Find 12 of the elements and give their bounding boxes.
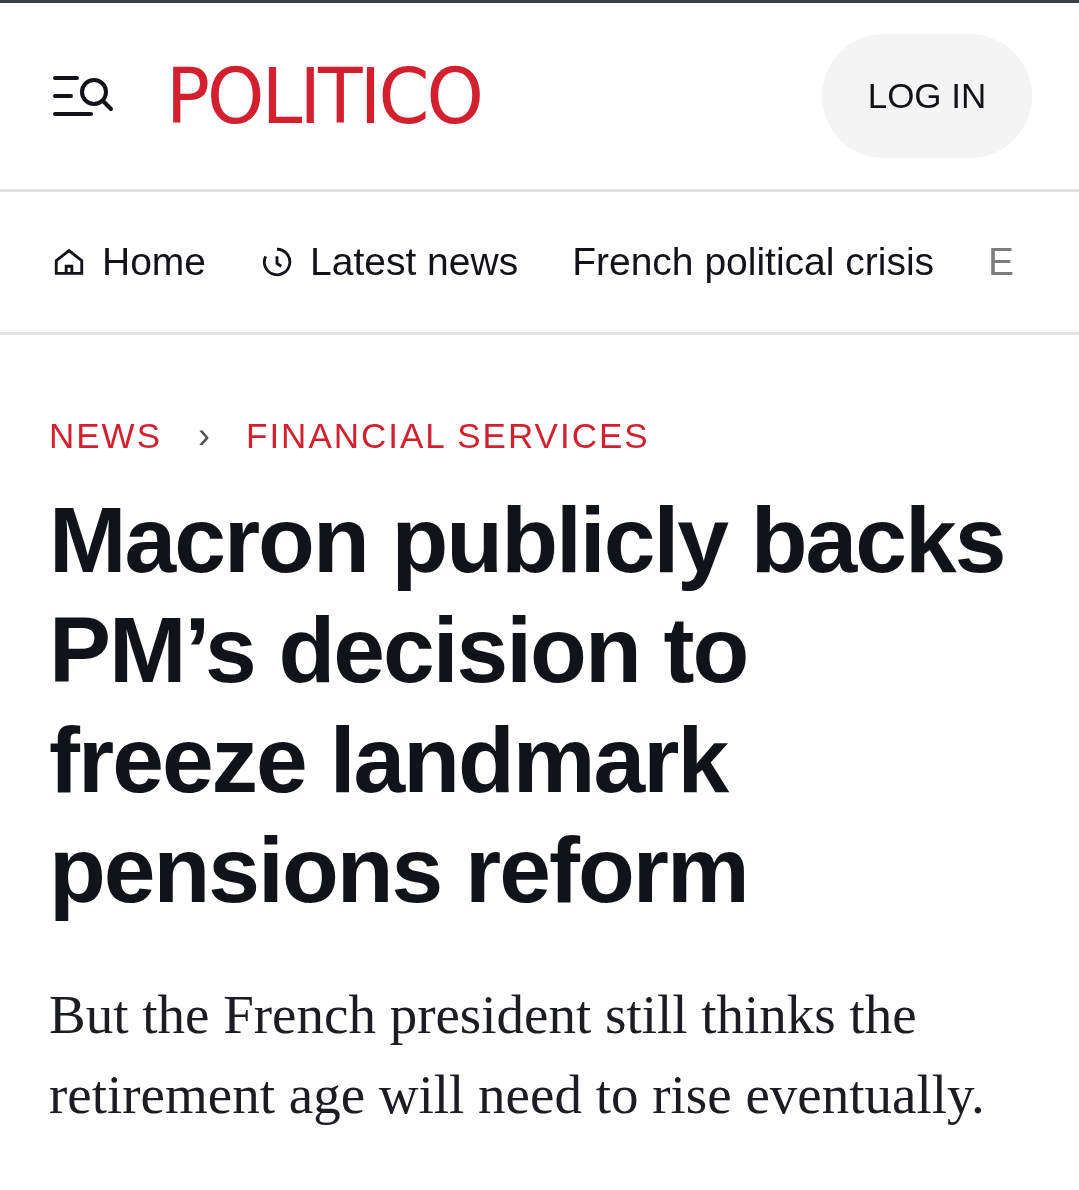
nav-link[interactable]: E [988,240,1015,284]
breadcrumb-link[interactable]: FINANCIAL SERVICES [246,416,650,456]
logo[interactable]: POLITICO [166,51,796,141]
nav-link[interactable]: French political crisis [572,240,935,284]
breadcrumb-separator: › [198,415,210,457]
breadcrumb-link[interactable]: NEWS [49,416,162,456]
nav-link[interactable]: Home [52,240,207,284]
menu-search-icon[interactable] [52,74,114,118]
nav-link[interactable]: Latest news [260,240,519,284]
login-button[interactable]: LOG IN [822,34,1032,158]
headline: Macron publicly backs PM’s decision to freeze landmark pensions reform [49,487,1006,924]
article-deck: But the French president still thinks the retirement age will need to rise eventually. [49,983,986,1127]
